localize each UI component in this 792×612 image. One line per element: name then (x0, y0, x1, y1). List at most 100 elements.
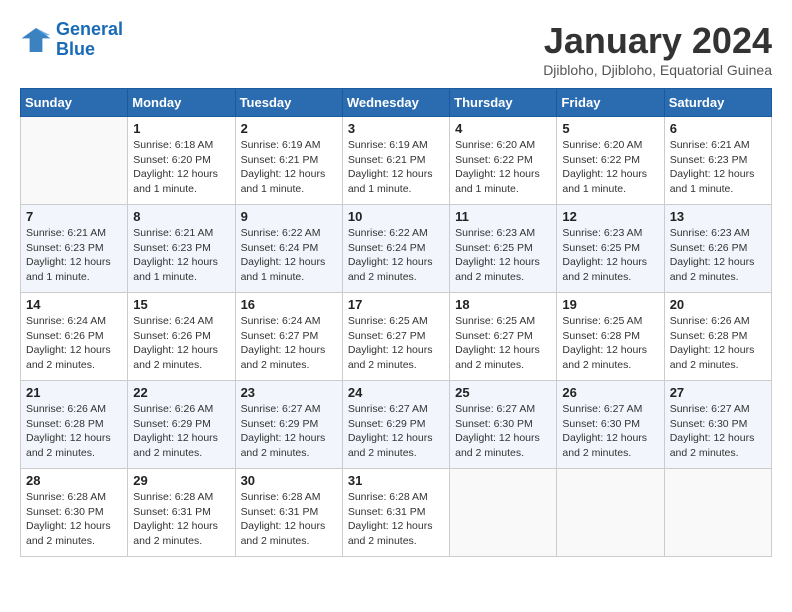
logo: General Blue (20, 20, 123, 60)
day-info: Sunrise: 6:24 AM Sunset: 6:27 PM Dayligh… (241, 314, 337, 373)
calendar-table: SundayMondayTuesdayWednesdayThursdayFrid… (20, 88, 772, 557)
calendar-cell: 14 Sunrise: 6:24 AM Sunset: 6:26 PM Dayli… (21, 293, 128, 381)
calendar-body: 1 Sunrise: 6:18 AM Sunset: 6:20 PM Daylig… (21, 117, 772, 557)
calendar-cell (664, 469, 771, 557)
day-info: Sunrise: 6:19 AM Sunset: 6:21 PM Dayligh… (241, 138, 337, 197)
day-number: 1 (133, 121, 229, 136)
day-number: 14 (26, 297, 122, 312)
day-number: 26 (562, 385, 658, 400)
day-number: 29 (133, 473, 229, 488)
day-number: 19 (562, 297, 658, 312)
calendar-cell: 16 Sunrise: 6:24 AM Sunset: 6:27 PM Dayli… (235, 293, 342, 381)
day-number: 22 (133, 385, 229, 400)
calendar-cell: 27Sunrise: 6:27 AM Sunset: 6:30 PM Dayli… (664, 381, 771, 469)
calendar-cell: 23 Sunrise: 6:27 AM Sunset: 6:29 PM Dayli… (235, 381, 342, 469)
header: General Blue January 2024 Djibloho, Djib… (20, 20, 772, 78)
day-number: 31 (348, 473, 444, 488)
calendar-cell: 9 Sunrise: 6:22 AM Sunset: 6:24 PM Daylig… (235, 205, 342, 293)
day-number: 11 (455, 209, 551, 224)
day-info: Sunrise: 6:18 AM Sunset: 6:20 PM Dayligh… (133, 138, 229, 197)
day-info: Sunrise: 6:23 AM Sunset: 6:26 PM Dayligh… (670, 226, 766, 285)
day-info: Sunrise: 6:27 AM Sunset: 6:29 PM Dayligh… (241, 402, 337, 461)
calendar-cell: 21Sunrise: 6:26 AM Sunset: 6:28 PM Dayli… (21, 381, 128, 469)
day-info: Sunrise: 6:28 AM Sunset: 6:31 PM Dayligh… (348, 490, 444, 549)
calendar-cell: 4 Sunrise: 6:20 AM Sunset: 6:22 PM Daylig… (450, 117, 557, 205)
calendar-cell: 22 Sunrise: 6:26 AM Sunset: 6:29 PM Dayli… (128, 381, 235, 469)
day-number: 10 (348, 209, 444, 224)
calendar-cell (21, 117, 128, 205)
calendar-cell: 15 Sunrise: 6:24 AM Sunset: 6:26 PM Dayli… (128, 293, 235, 381)
calendar-week-row: 21Sunrise: 6:26 AM Sunset: 6:28 PM Dayli… (21, 381, 772, 469)
calendar-cell: 10 Sunrise: 6:22 AM Sunset: 6:24 PM Dayli… (342, 205, 449, 293)
day-number: 3 (348, 121, 444, 136)
day-info: Sunrise: 6:26 AM Sunset: 6:29 PM Dayligh… (133, 402, 229, 461)
day-info: Sunrise: 6:28 AM Sunset: 6:31 PM Dayligh… (241, 490, 337, 549)
calendar-cell: 13 Sunrise: 6:23 AM Sunset: 6:26 PM Dayli… (664, 205, 771, 293)
calendar-cell: 6 Sunrise: 6:21 AM Sunset: 6:23 PM Daylig… (664, 117, 771, 205)
weekday-header-cell: Thursday (450, 89, 557, 117)
day-info: Sunrise: 6:21 AM Sunset: 6:23 PM Dayligh… (26, 226, 122, 285)
calendar-cell: 29Sunrise: 6:28 AM Sunset: 6:31 PM Dayli… (128, 469, 235, 557)
day-info: Sunrise: 6:25 AM Sunset: 6:27 PM Dayligh… (455, 314, 551, 373)
calendar-week-row: 1 Sunrise: 6:18 AM Sunset: 6:20 PM Daylig… (21, 117, 772, 205)
day-number: 17 (348, 297, 444, 312)
weekday-header-cell: Monday (128, 89, 235, 117)
calendar-cell (450, 469, 557, 557)
day-info: Sunrise: 6:20 AM Sunset: 6:22 PM Dayligh… (455, 138, 551, 197)
title-area: January 2024 Djibloho, Djibloho, Equator… (543, 20, 772, 78)
day-info: Sunrise: 6:24 AM Sunset: 6:26 PM Dayligh… (133, 314, 229, 373)
day-number: 21 (26, 385, 122, 400)
day-number: 16 (241, 297, 337, 312)
day-number: 23 (241, 385, 337, 400)
calendar-cell: 2 Sunrise: 6:19 AM Sunset: 6:21 PM Daylig… (235, 117, 342, 205)
day-info: Sunrise: 6:20 AM Sunset: 6:22 PM Dayligh… (562, 138, 658, 197)
day-number: 2 (241, 121, 337, 136)
day-number: 4 (455, 121, 551, 136)
day-number: 8 (133, 209, 229, 224)
calendar-subtitle: Djibloho, Djibloho, Equatorial Guinea (543, 62, 772, 78)
day-info: Sunrise: 6:26 AM Sunset: 6:28 PM Dayligh… (670, 314, 766, 373)
day-info: Sunrise: 6:21 AM Sunset: 6:23 PM Dayligh… (133, 226, 229, 285)
weekday-header-cell: Friday (557, 89, 664, 117)
day-number: 13 (670, 209, 766, 224)
calendar-week-row: 28 Sunrise: 6:28 AM Sunset: 6:30 PM Dayli… (21, 469, 772, 557)
day-number: 24 (348, 385, 444, 400)
day-number: 28 (26, 473, 122, 488)
day-info: Sunrise: 6:27 AM Sunset: 6:30 PM Dayligh… (670, 402, 766, 461)
day-info: Sunrise: 6:23 AM Sunset: 6:25 PM Dayligh… (562, 226, 658, 285)
calendar-cell: 3Sunrise: 6:19 AM Sunset: 6:21 PM Daylig… (342, 117, 449, 205)
day-info: Sunrise: 6:21 AM Sunset: 6:23 PM Dayligh… (670, 138, 766, 197)
calendar-cell: 20Sunrise: 6:26 AM Sunset: 6:28 PM Dayli… (664, 293, 771, 381)
day-number: 15 (133, 297, 229, 312)
day-info: Sunrise: 6:22 AM Sunset: 6:24 PM Dayligh… (241, 226, 337, 285)
calendar-cell: 1 Sunrise: 6:18 AM Sunset: 6:20 PM Daylig… (128, 117, 235, 205)
calendar-cell: 8 Sunrise: 6:21 AM Sunset: 6:23 PM Daylig… (128, 205, 235, 293)
day-number: 12 (562, 209, 658, 224)
day-number: 7 (26, 209, 122, 224)
calendar-cell: 28 Sunrise: 6:28 AM Sunset: 6:30 PM Dayli… (21, 469, 128, 557)
day-info: Sunrise: 6:23 AM Sunset: 6:25 PM Dayligh… (455, 226, 551, 285)
calendar-cell: 5 Sunrise: 6:20 AM Sunset: 6:22 PM Daylig… (557, 117, 664, 205)
day-info: Sunrise: 6:28 AM Sunset: 6:30 PM Dayligh… (26, 490, 122, 549)
calendar-cell: 31 Sunrise: 6:28 AM Sunset: 6:31 PM Dayli… (342, 469, 449, 557)
day-number: 18 (455, 297, 551, 312)
day-number: 9 (241, 209, 337, 224)
day-info: Sunrise: 6:25 AM Sunset: 6:27 PM Dayligh… (348, 314, 444, 373)
weekday-header-cell: Saturday (664, 89, 771, 117)
logo-text: General Blue (56, 20, 123, 60)
day-info: Sunrise: 6:25 AM Sunset: 6:28 PM Dayligh… (562, 314, 658, 373)
day-info: Sunrise: 6:27 AM Sunset: 6:30 PM Dayligh… (455, 402, 551, 461)
calendar-cell: 12 Sunrise: 6:23 AM Sunset: 6:25 PM Dayli… (557, 205, 664, 293)
calendar-cell (557, 469, 664, 557)
day-number: 6 (670, 121, 766, 136)
calendar-cell: 26 Sunrise: 6:27 AM Sunset: 6:30 PM Dayli… (557, 381, 664, 469)
day-number: 5 (562, 121, 658, 136)
calendar-cell: 24Sunrise: 6:27 AM Sunset: 6:29 PM Dayli… (342, 381, 449, 469)
day-info: Sunrise: 6:22 AM Sunset: 6:24 PM Dayligh… (348, 226, 444, 285)
day-info: Sunrise: 6:27 AM Sunset: 6:30 PM Dayligh… (562, 402, 658, 461)
calendar-cell: 25 Sunrise: 6:27 AM Sunset: 6:30 PM Dayli… (450, 381, 557, 469)
day-info: Sunrise: 6:24 AM Sunset: 6:26 PM Dayligh… (26, 314, 122, 373)
logo-icon (20, 24, 52, 56)
weekday-header-cell: Sunday (21, 89, 128, 117)
day-number: 25 (455, 385, 551, 400)
